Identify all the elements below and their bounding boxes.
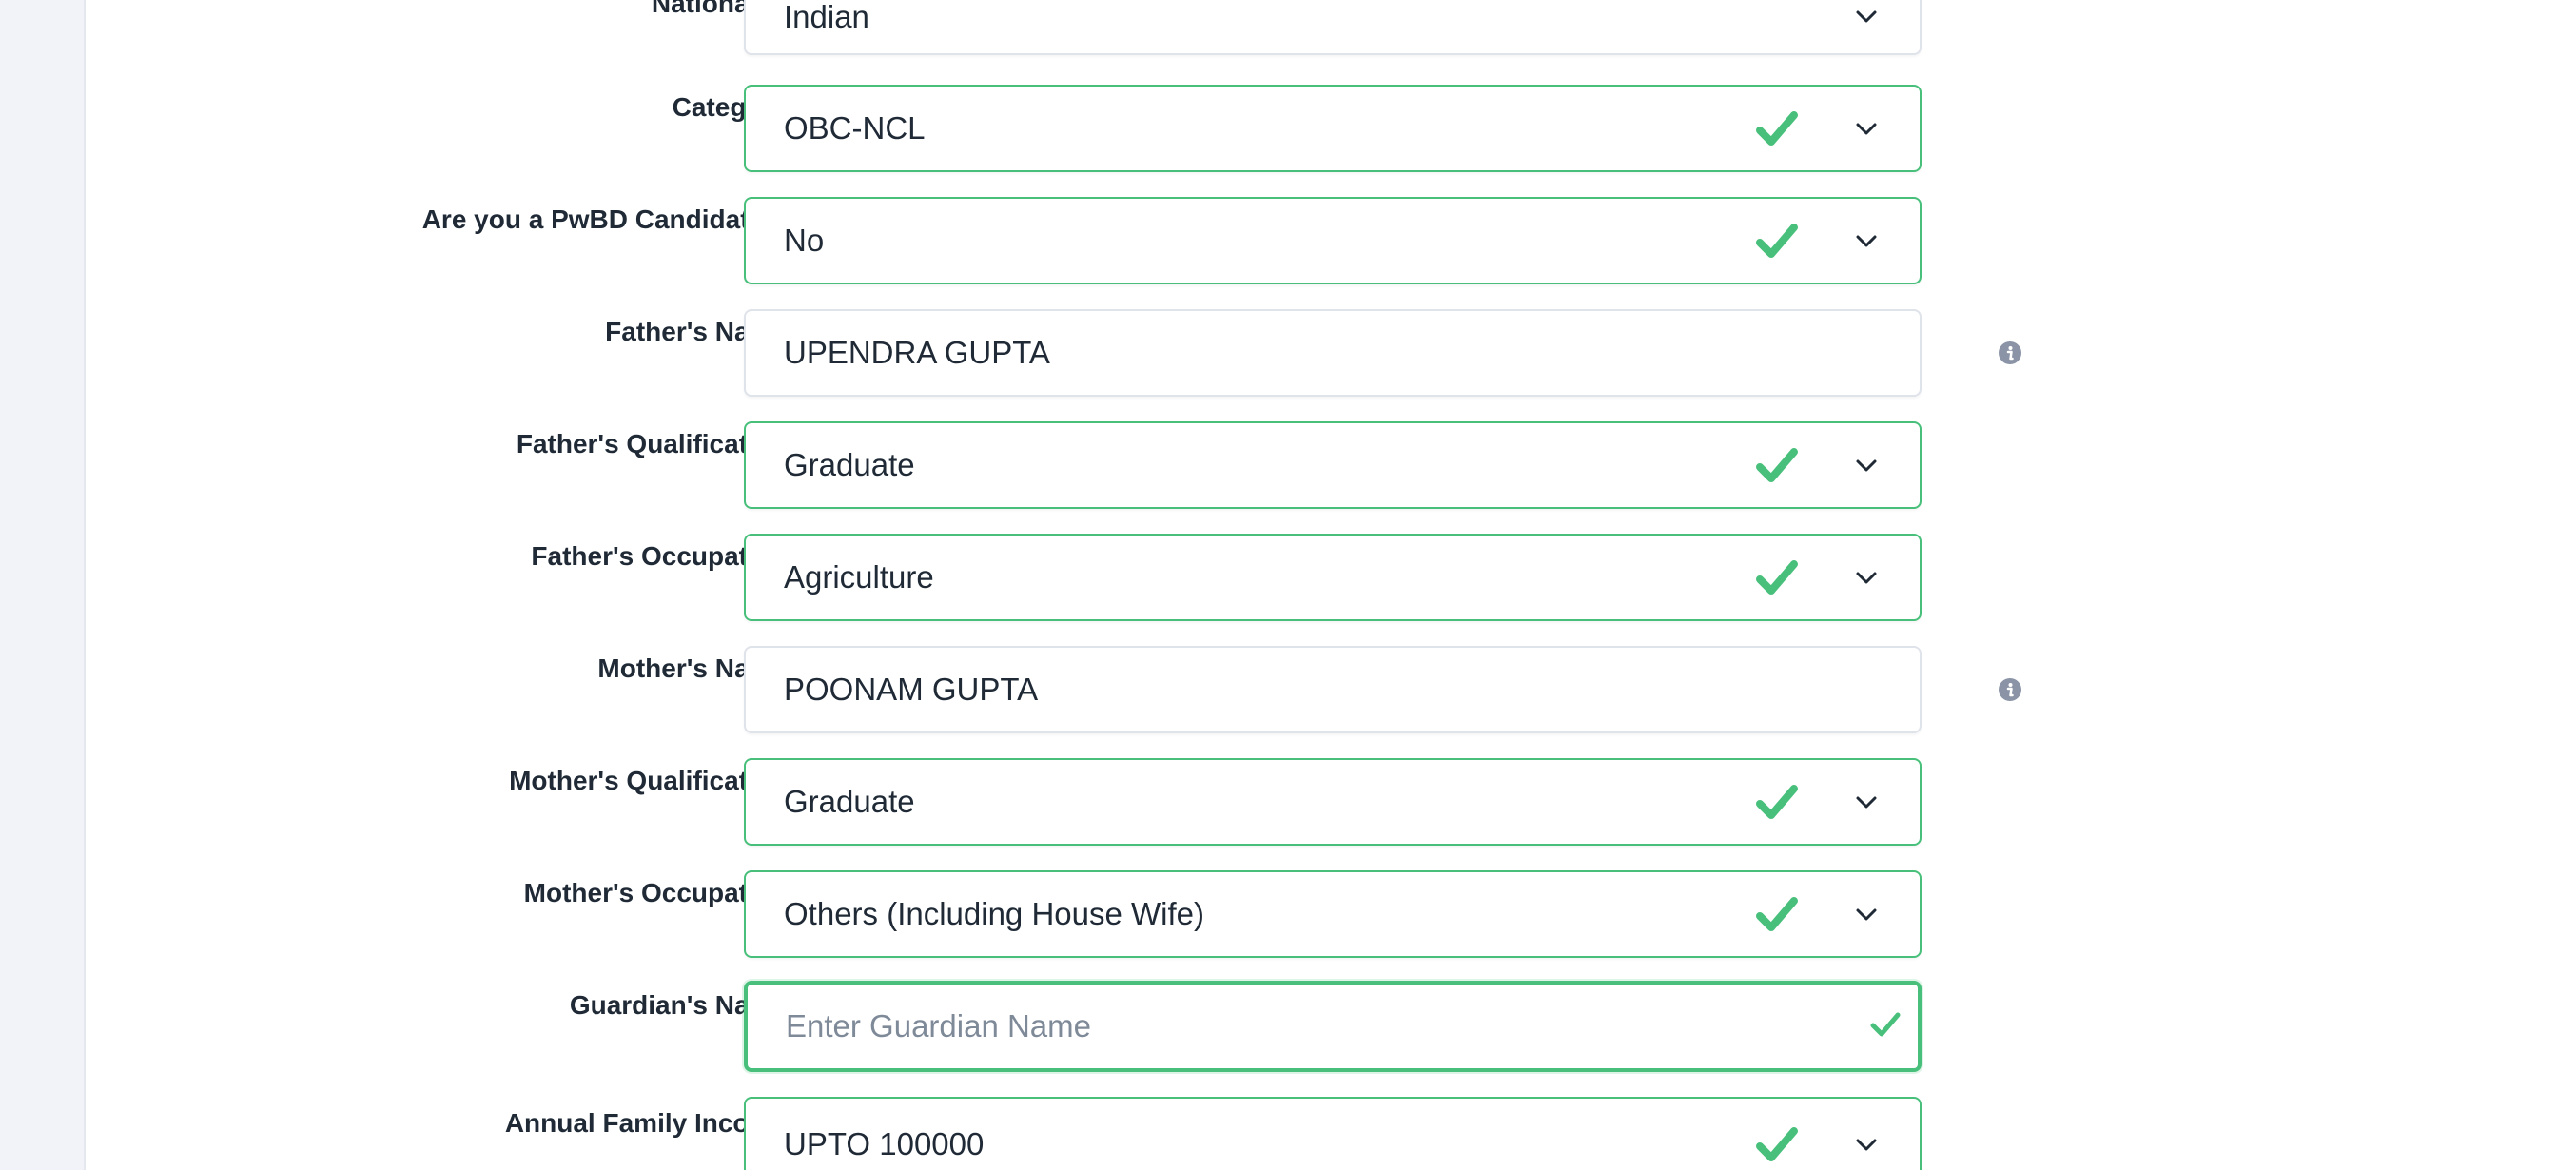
mothers-occupation-value: Others (Including House Wife) — [784, 896, 1205, 931]
chevron-down-icon[interactable] — [1853, 901, 1880, 927]
check-icon — [1756, 785, 1798, 819]
category-select[interactable]: OBC-NCL — [744, 85, 1922, 172]
personal-details-form: Nationality Indian Category OBC-NCL Are … — [86, 0, 2576, 1170]
fathers-name-input[interactable]: UPENDRA GUPTA — [744, 309, 1922, 397]
pwbd-row: Are you a PwBD Candidate ? No — [86, 197, 2576, 288]
info-icon[interactable] — [1998, 341, 2022, 365]
fathers-qualification-value: Graduate — [784, 447, 915, 482]
mothers-name-value: POONAM GUPTA — [784, 672, 1039, 707]
nationality-row: Nationality Indian — [86, 0, 2576, 63]
mothers-qualification-select[interactable]: Graduate — [744, 758, 1922, 846]
app: Nationality Indian Category OBC-NCL Are … — [0, 0, 2576, 1170]
mothers-name-input[interactable]: POONAM GUPTA — [744, 646, 1922, 733]
info-icon[interactable] — [1998, 677, 2022, 702]
annual-family-income-row: Annual Family Income UPTO 100000 — [86, 1097, 2576, 1170]
mothers-occupation-row: Mother's Occupation Others (Including Ho… — [86, 870, 2576, 962]
guardians-name-input[interactable]: Enter Guardian Name — [744, 981, 1922, 1072]
pwbd-select[interactable]: No — [744, 197, 1922, 284]
chevron-down-icon[interactable] — [1853, 115, 1880, 142]
pwbd-label: Are you a PwBD Candidate ? — [421, 205, 788, 234]
mothers-qualification-value: Graduate — [784, 784, 915, 819]
fathers-occupation-row: Father's Occupation Agriculture — [86, 534, 2576, 625]
fathers-occupation-value: Agriculture — [784, 559, 934, 595]
fathers-qualification-select[interactable]: Graduate — [744, 421, 1922, 509]
chevron-down-icon[interactable] — [1853, 789, 1880, 815]
nationality-value: Indian — [784, 0, 869, 34]
check-icon — [1756, 111, 1798, 146]
check-icon — [1870, 1012, 1901, 1037]
fathers-name-row: Father's Name UPENDRA GUPTA — [86, 309, 2576, 400]
check-icon — [1756, 224, 1798, 258]
annual-family-income-select[interactable]: UPTO 100000 — [744, 1097, 1922, 1170]
check-icon — [1756, 1127, 1798, 1161]
pwbd-value: No — [784, 223, 825, 258]
guardians-name-placeholder: Enter Guardian Name — [786, 1008, 1091, 1043]
guardians-name-row: Guardian's Name Enter Guardian Name — [86, 981, 2576, 1072]
mothers-name-row: Mother's Name POONAM GUPTA — [86, 646, 2576, 737]
chevron-down-icon[interactable] — [1853, 3, 1880, 29]
check-icon — [1756, 897, 1798, 931]
category-row: Category OBC-NCL — [86, 85, 2576, 176]
fathers-qualification-row: Father's Qualification Graduate — [86, 421, 2576, 513]
left-rail — [0, 0, 86, 1170]
check-icon — [1756, 448, 1798, 482]
mothers-qualification-row: Mother's Qualification Graduate — [86, 758, 2576, 849]
chevron-down-icon[interactable] — [1853, 452, 1880, 478]
chevron-down-icon[interactable] — [1853, 1131, 1880, 1158]
chevron-down-icon[interactable] — [1853, 227, 1880, 254]
annual-family-income-value: UPTO 100000 — [784, 1126, 985, 1161]
fathers-occupation-select[interactable]: Agriculture — [744, 534, 1922, 621]
check-icon — [1756, 560, 1798, 595]
fathers-name-value: UPENDRA GUPTA — [784, 335, 1050, 370]
chevron-down-icon[interactable] — [1853, 564, 1880, 591]
nationality-select[interactable]: Indian — [744, 0, 1922, 55]
category-value: OBC-NCL — [784, 110, 926, 146]
mothers-occupation-select[interactable]: Others (Including House Wife) — [744, 870, 1922, 958]
